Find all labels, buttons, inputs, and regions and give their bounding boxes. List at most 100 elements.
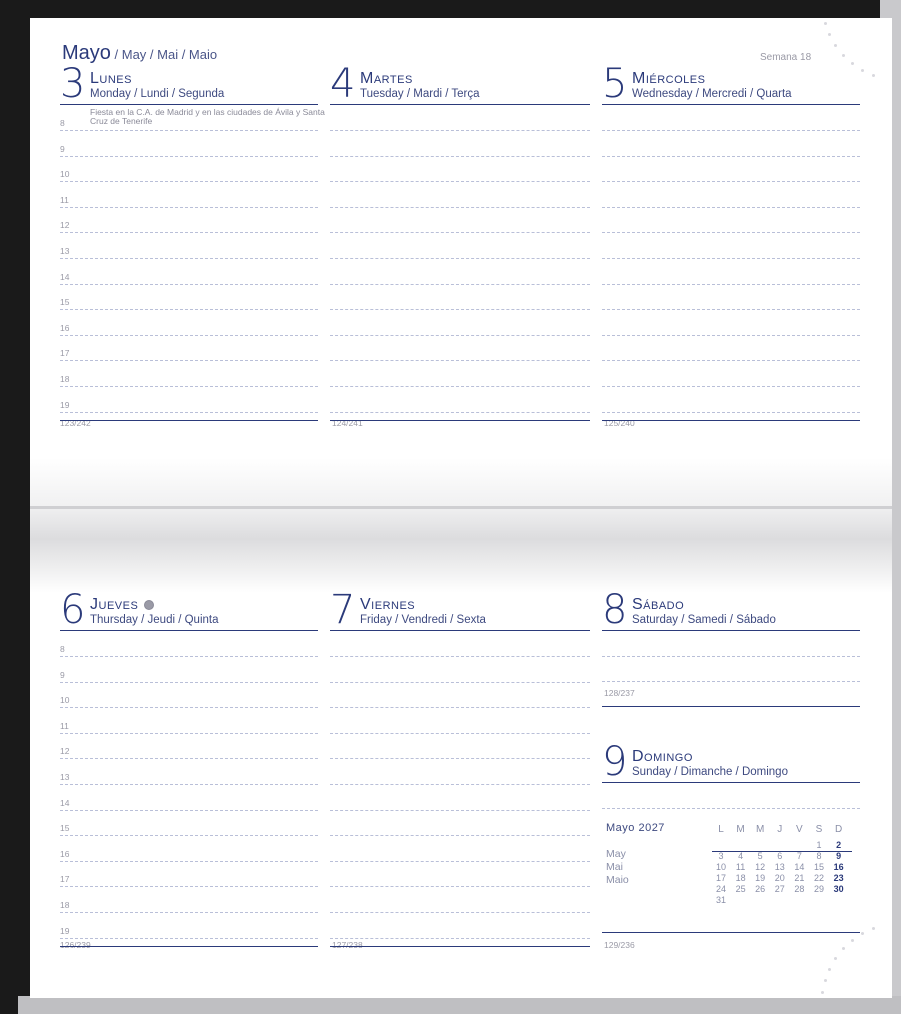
hour-label: 13 <box>60 772 70 782</box>
day-name: Miércoles <box>632 70 706 87</box>
hour-label: 15 <box>60 823 70 834</box>
calendar-day: 14 <box>794 862 805 872</box>
calendar-day: 13 <box>774 862 785 872</box>
hour-label: 8 <box>60 118 65 128</box>
decorative-dot <box>850 61 854 65</box>
hour-line <box>602 232 860 234</box>
hour-line <box>602 360 860 362</box>
day-bottom-rule <box>330 419 590 421</box>
calendar-day: 31 <box>715 895 726 905</box>
hour-label: 9 <box>60 143 65 154</box>
calendar-day: 24 <box>715 884 726 894</box>
hour-line <box>602 309 860 311</box>
hour-line <box>60 937 318 939</box>
day-number: 4 <box>330 61 356 107</box>
calendar-day: 11 <box>735 862 746 872</box>
hour-label: 19 <box>60 399 70 410</box>
hour-label: 18 <box>60 374 70 384</box>
hour-label: 15 <box>60 297 70 308</box>
day-header-rule <box>602 782 860 783</box>
week-number: Semana 18 <box>760 52 812 63</box>
month-translations: / May / Mai / Maio <box>110 47 218 62</box>
decorative-dot <box>841 53 845 57</box>
hour-line <box>60 681 318 683</box>
day-bottom-rule <box>60 945 318 947</box>
day-translations: Friday / Vendredi / Sexta <box>360 614 486 626</box>
calendar-day: 1 <box>816 840 822 850</box>
hour-label: 14 <box>60 271 70 282</box>
hour-label: 16 <box>60 848 70 859</box>
day-translations: Wednesday / Mercredi / Quarta <box>632 88 792 100</box>
day-translations: Tuesday / Mardi / Terça <box>360 88 480 100</box>
book-spine <box>30 458 892 593</box>
hour-line <box>60 130 318 131</box>
hour-line <box>60 206 318 208</box>
hour-line <box>60 860 318 862</box>
day-bottom-rule <box>602 419 860 421</box>
month-title: Mayo / May / Mai / Maio <box>62 42 218 64</box>
calendar-day: 27 <box>774 884 785 894</box>
decorative-dot <box>834 44 838 48</box>
page-edge-bottom <box>18 996 901 1014</box>
hour-line <box>330 283 590 285</box>
decorative-dot <box>860 932 864 936</box>
hour-line <box>60 334 318 336</box>
decorative-dot <box>871 926 875 930</box>
calendar-day: 3 <box>718 851 724 861</box>
hour-line <box>330 835 590 837</box>
calendar-day: 23 <box>833 873 844 883</box>
day-header-rule <box>330 104 590 105</box>
hour-line <box>602 155 860 157</box>
decorative-dot <box>860 68 864 72</box>
calendar-day: 15 <box>813 862 824 872</box>
hour-label: 12 <box>60 746 70 757</box>
hour-line <box>330 758 590 760</box>
day-translations: Thursday / Jeudi / Quinta <box>90 614 219 626</box>
day-number: 6 <box>60 587 86 633</box>
hour-label: 11 <box>60 720 69 731</box>
hour-line <box>60 707 318 709</box>
hour-label: 11 <box>60 194 69 205</box>
hour-line <box>330 912 590 913</box>
hour-line <box>602 181 860 183</box>
hour-line <box>330 681 590 683</box>
day-number: 8 <box>602 587 628 633</box>
hour-line <box>330 886 590 888</box>
hour-label: 10 <box>60 695 70 706</box>
hour-label: 16 <box>60 322 70 333</box>
calendar-day: 12 <box>755 862 766 872</box>
hour-line <box>330 732 590 734</box>
hour-line <box>60 784 318 785</box>
hour-label: 9 <box>60 669 65 680</box>
hour-line <box>60 656 318 657</box>
calendar-day: 9 <box>836 851 842 861</box>
day-header-rule <box>602 630 860 631</box>
calendar-day: 20 <box>774 873 785 883</box>
calendar-day: 29 <box>813 884 824 894</box>
hour-line <box>602 258 860 259</box>
hour-line <box>602 656 860 657</box>
holiday-note: Fiesta en la C.A. de Madrid y en las ciu… <box>90 107 325 126</box>
moon-phase-icon <box>144 599 155 610</box>
hour-label: 17 <box>60 348 70 359</box>
day-header-rule <box>602 104 860 105</box>
hour-line <box>330 784 590 785</box>
day-bottom-rule <box>330 945 590 947</box>
day-bottom-rule <box>602 932 860 933</box>
day-bottom-rule <box>60 419 318 421</box>
hour-line <box>602 386 860 387</box>
hour-line <box>330 130 590 131</box>
hour-line <box>330 360 590 362</box>
hour-line <box>330 937 590 939</box>
calendar-day: 10 <box>715 862 726 872</box>
hour-line <box>60 809 318 811</box>
mini-calendar-alt-2: Mai <box>606 861 623 873</box>
day-number: 7 <box>330 587 356 633</box>
calendar-day: 22 <box>813 873 824 883</box>
calendar-day: 16 <box>833 862 844 872</box>
planner-page: Mayo / May / Mai / Maio Semana 18 3 Lune… <box>30 18 892 998</box>
decorative-dot <box>823 978 827 982</box>
hour-label: 14 <box>60 797 70 808</box>
day-of-year-counter: 129/236 <box>604 940 635 950</box>
hour-line <box>602 681 860 682</box>
